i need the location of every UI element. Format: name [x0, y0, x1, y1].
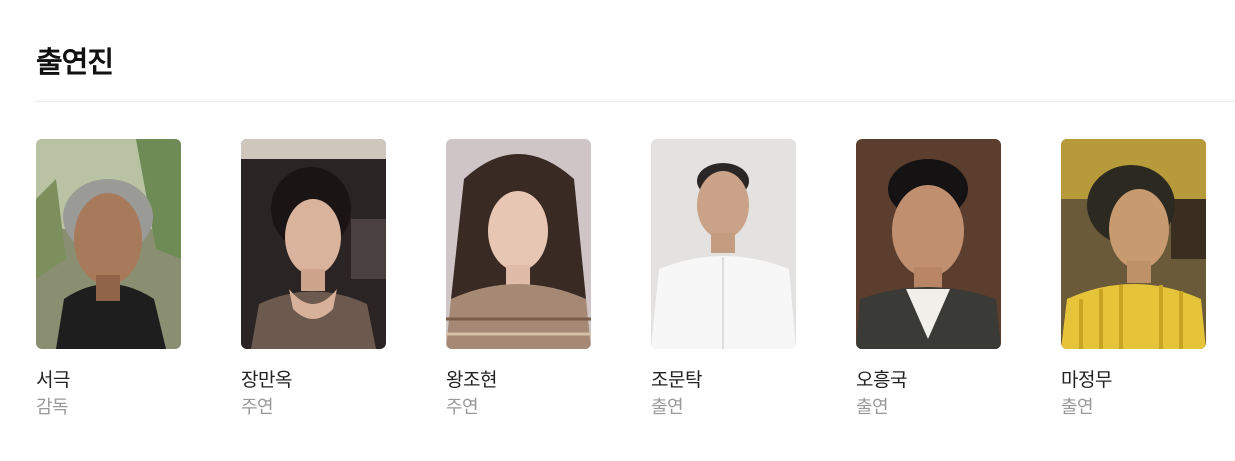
- cast-name[interactable]: 장만옥: [241, 368, 386, 392]
- cast-photo[interactable]: [36, 139, 181, 349]
- cast-role: 주연: [446, 397, 479, 418]
- cast-role: 출연: [1061, 397, 1094, 418]
- cast-role: 주연: [241, 397, 274, 418]
- cast-name[interactable]: 서극: [36, 368, 181, 392]
- cast-card-1[interactable]: 서극 감독: [36, 139, 181, 419]
- cast-card-3[interactable]: 왕조현 주연: [446, 139, 591, 419]
- cast-card-2[interactable]: 장만옥 주연: [241, 139, 386, 419]
- person-portrait-icon: [856, 139, 1001, 349]
- section-title: 출연진: [36, 45, 114, 79]
- cast-name[interactable]: 마정무: [1061, 368, 1206, 392]
- cast-name[interactable]: 왕조현: [446, 368, 591, 392]
- cast-name[interactable]: 오흥국: [856, 368, 1001, 392]
- person-portrait-icon: [1061, 139, 1206, 349]
- cast-role: 출연: [856, 397, 889, 418]
- cast-photo[interactable]: [1061, 139, 1206, 349]
- cast-card-6[interactable]: 마정무 출연: [1061, 139, 1206, 419]
- cast-photo[interactable]: [446, 139, 591, 349]
- cast-name[interactable]: 조문탁: [651, 368, 796, 392]
- cast-section: 출연진 서극 감독 장만옥 주연 왕조현 주연 조문탁 출연 오흥국 출연 마정…: [0, 0, 1235, 461]
- cast-card-5[interactable]: 오흥국 출연: [856, 139, 1001, 419]
- person-portrait-icon: [36, 139, 181, 349]
- person-portrait-icon: [241, 139, 386, 349]
- cast-role: 감독: [36, 397, 69, 418]
- person-portrait-icon: [651, 139, 796, 349]
- person-portrait-icon: [446, 139, 591, 349]
- divider: [35, 101, 1235, 102]
- cast-photo[interactable]: [241, 139, 386, 349]
- cast-photo[interactable]: [856, 139, 1001, 349]
- cast-card-4[interactable]: 조문탁 출연: [651, 139, 796, 419]
- cast-photo[interactable]: [651, 139, 796, 349]
- cast-role: 출연: [651, 397, 684, 418]
